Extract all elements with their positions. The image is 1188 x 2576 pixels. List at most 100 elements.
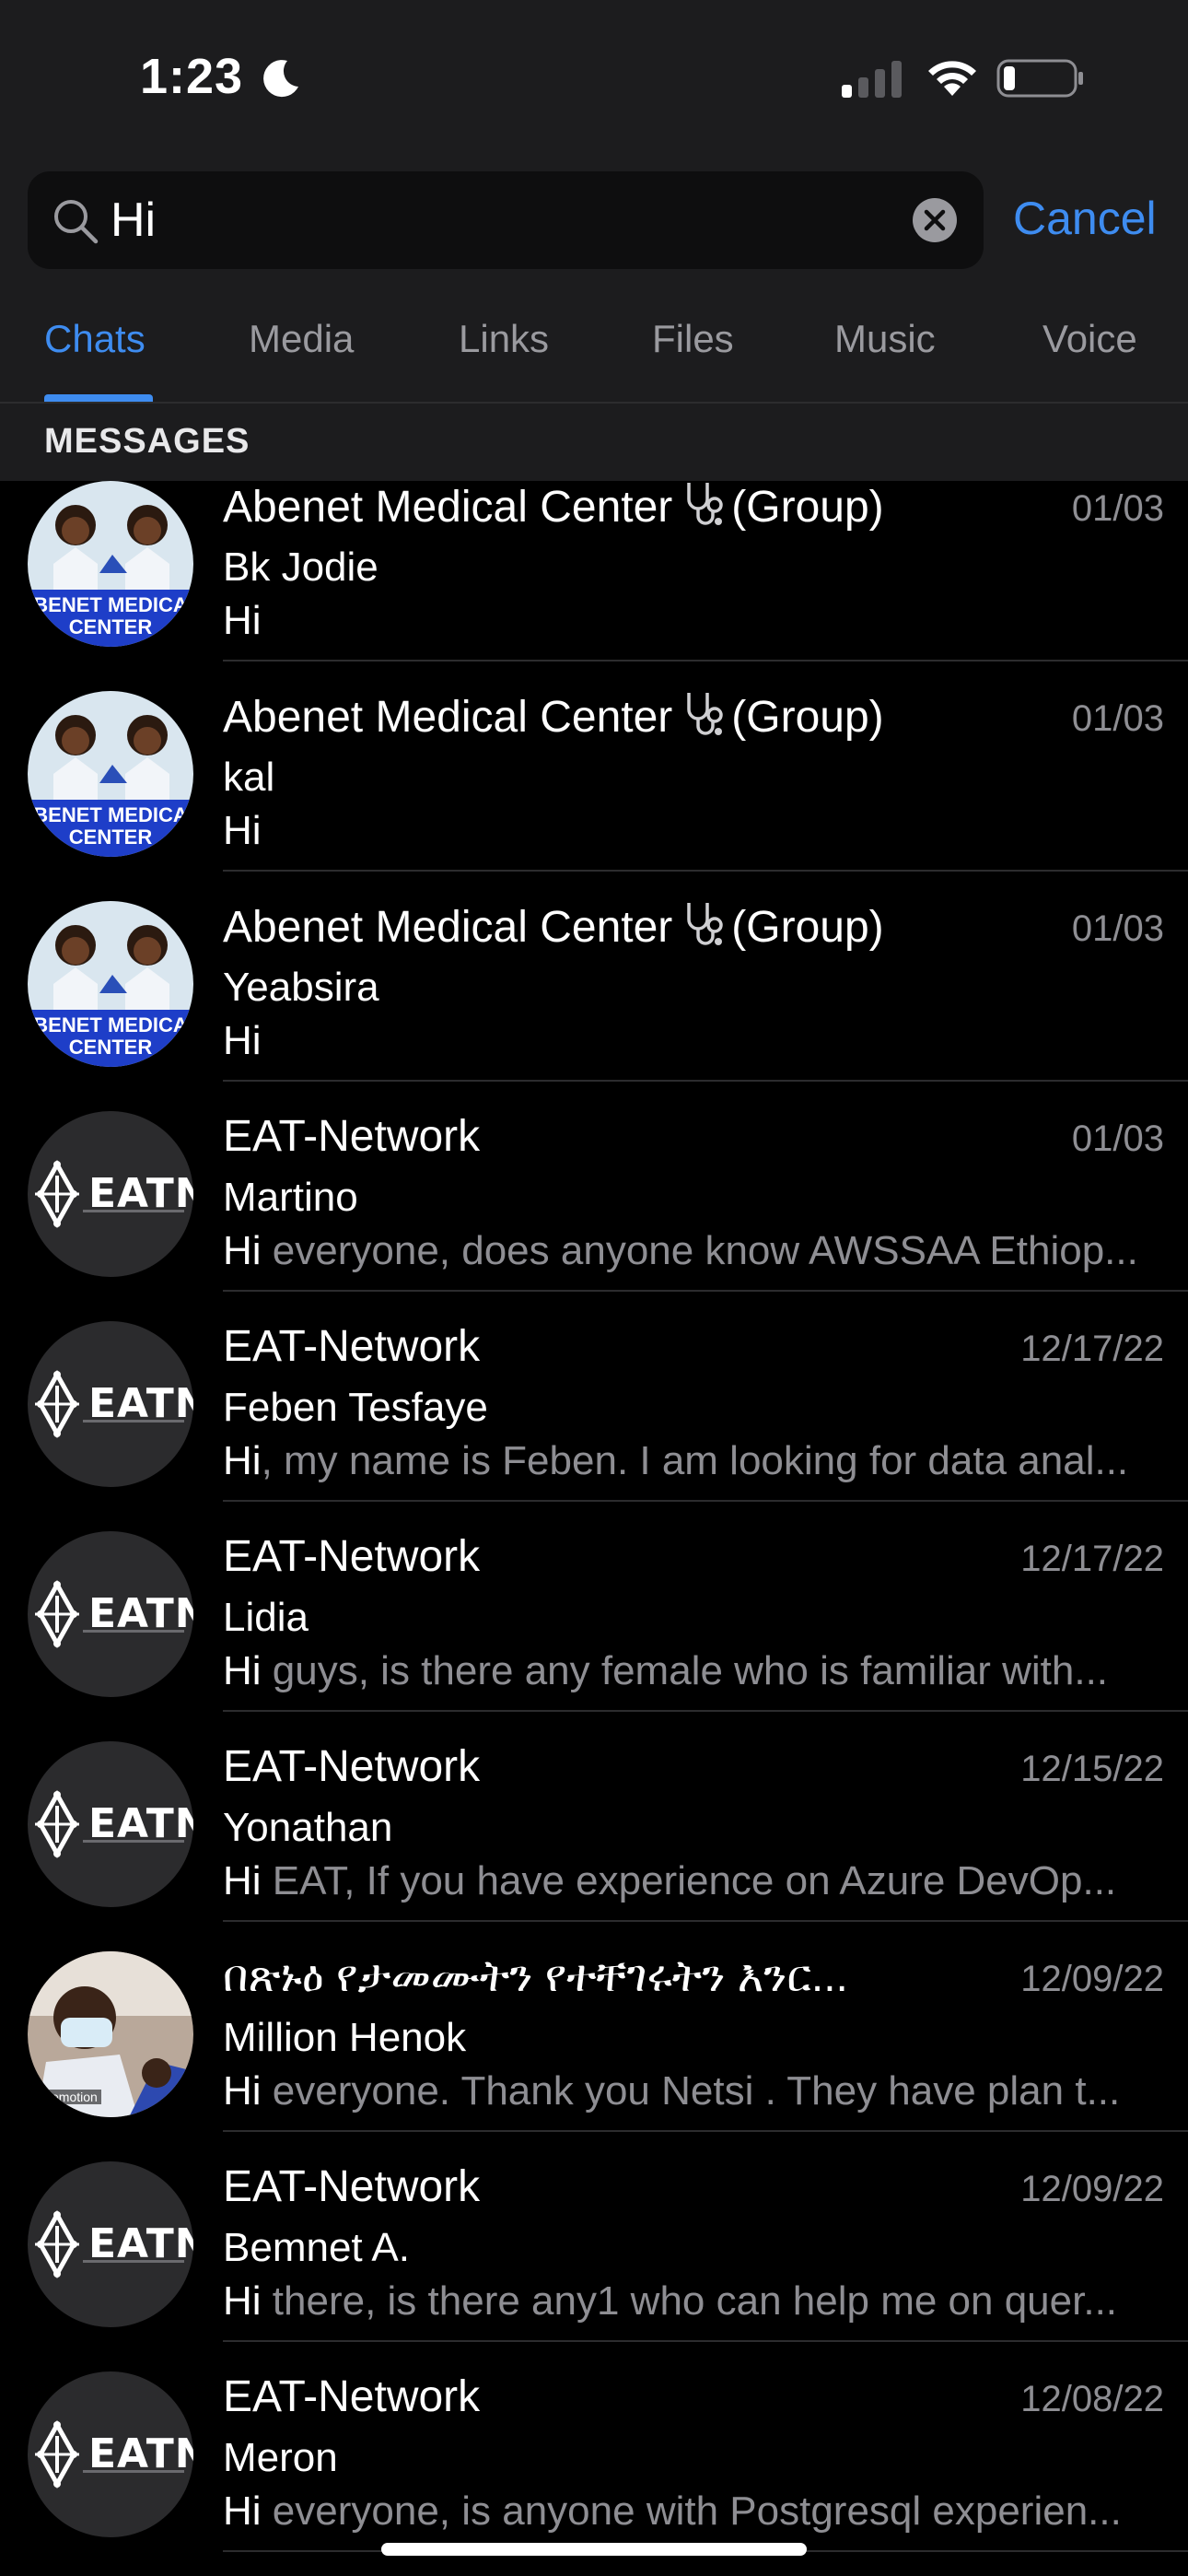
- tab-files[interactable]: Files: [652, 317, 734, 361]
- chat-avatar: EATN: [28, 1741, 193, 1907]
- message-result-row[interactable]: BENET MEDICA CENTER Abenet Medical Center (…: [0, 872, 1188, 1082]
- message-result-row[interactable]: EATN EAT-Network 12/15/22 Yonathan Hi EAT, I…: [0, 1712, 1188, 1922]
- message-preview: Hi: [223, 595, 1162, 647]
- message-date: 12/09/22: [1020, 2169, 1164, 2209]
- search-match-highlight: Hi: [223, 1018, 262, 1063]
- avatar-label: emotion: [48, 2090, 101, 2104]
- message-result-row[interactable]: emotion በጽኑዕ የታመሙትን የተቸገሩትን እንር... 12/09/2…: [0, 1922, 1188, 2132]
- message-sender: Bemnet A.: [223, 2225, 411, 2270]
- avatar-label: BENET MEDICA: [33, 803, 188, 826]
- chat-avatar: EATN: [28, 1531, 193, 1697]
- avatar-label: CENTER: [68, 615, 153, 638]
- message-sender: Million Henok: [223, 2015, 467, 2060]
- avatar-label: CENTER: [68, 825, 153, 849]
- message-results-list[interactable]: BENET MEDICA CENTER Abenet Medical Center(…: [0, 481, 1188, 2576]
- avatar-label: CENTER: [68, 1036, 153, 1059]
- tab-music[interactable]: Music: [834, 317, 936, 361]
- search-match-highlight: Hi: [223, 2488, 262, 2534]
- message-preview: Hi there, is there any1 who can help me …: [223, 2276, 1162, 2327]
- search-match-highlight: Hi: [223, 1648, 262, 1693]
- chat-avatar: BENET MEDICA CENTER: [28, 901, 193, 1067]
- clear-search-icon[interactable]: [912, 197, 958, 243]
- message-result-row[interactable]: EATN EAT-Network 12/08/22 Meron Hi everyone,…: [0, 2342, 1188, 2552]
- avatar-logo-text: EATN: [88, 2430, 193, 2477]
- chat-title-suffix: (Group): [731, 483, 884, 532]
- chat-title-line: EAT-Network: [223, 1739, 480, 1795]
- search-match-highlight: Hi: [223, 2278, 262, 2324]
- message-result-row[interactable]: BENET MEDICA CENTER Abenet Medical Center (…: [0, 662, 1188, 872]
- chat-title: EAT-Network: [223, 1112, 481, 1161]
- message-preview: Hi: [223, 1015, 1162, 1067]
- message-result-row[interactable]: EATN EAT-Network 01/03 Martino Hi everyone, …: [0, 1082, 1188, 1292]
- search-match-highlight: Hi: [223, 1228, 262, 1273]
- message-preview: Hi everyone. Thank you Netsi . They have…: [223, 2066, 1162, 2117]
- message-result-row[interactable]: EATN EAT-Network 12/09/22 Bemnet A. Hi there…: [0, 2132, 1188, 2342]
- chat-title-line: EAT-Network: [223, 2160, 480, 2215]
- battery-icon: [996, 59, 1083, 98]
- avatar-logo-text: EATN: [88, 1380, 193, 1427]
- search-match-highlight: Hi: [223, 1858, 262, 1903]
- chat-title: EAT-Network: [223, 1322, 481, 1371]
- message-preview-text: everyone. Thank you Netsi . They have pl…: [261, 2068, 1121, 2113]
- search-bar[interactable]: [28, 171, 984, 269]
- moon-icon: [263, 60, 298, 98]
- message-result-row[interactable]: EATN EAT-Network 12/17/22 Feben Tesfaye Hi, …: [0, 1292, 1188, 1502]
- search-match-highlight: Hi: [223, 1438, 262, 1483]
- stethoscope-icon: [687, 903, 724, 945]
- chat-title-line: EAT-Network: [223, 1319, 480, 1375]
- message-sender: Yeabsira: [223, 965, 379, 1010]
- home-indicator: [381, 2543, 807, 2556]
- message-preview-text: everyone, is anyone with Postgresql expe…: [261, 2488, 1122, 2534]
- message-result-row[interactable]: BENET MEDICA CENTER Abenet Medical Center (…: [0, 481, 1188, 662]
- message-result-row[interactable]: EATN EAT-Network 12/17/22 Lidia Hi guys, is …: [0, 1502, 1188, 1712]
- stethoscope-icon: [687, 693, 724, 735]
- chat-title-line: EAT-Network: [223, 2370, 480, 2425]
- message-preview-text: everyone, does anyone know AWSSAA Ethiop…: [261, 1228, 1138, 1273]
- message-sender: Meron: [223, 2435, 338, 2480]
- message-preview: Hi, my name is Feben. I am looking for d…: [223, 1435, 1162, 1487]
- avatar-label: BENET MEDICA: [33, 593, 188, 616]
- avatar-logo-text: EATN: [88, 1800, 193, 1847]
- search-input[interactable]: [111, 188, 903, 252]
- chat-avatar: BENET MEDICA CENTER: [28, 481, 193, 647]
- cellular-signal-icon: [842, 61, 902, 98]
- wifi-icon: [928, 61, 976, 96]
- message-sender: Martino: [223, 1175, 358, 1220]
- message-sender: kal: [223, 755, 275, 800]
- message-preview: Hi everyone, does anyone know AWSSAA Eth…: [223, 1225, 1162, 1277]
- chat-title-suffix: (Group): [731, 693, 884, 742]
- message-date: 12/17/22: [1020, 1539, 1164, 1579]
- message-date: 12/17/22: [1020, 1329, 1164, 1369]
- message-preview-text: guys, is there any female who is familia…: [261, 1648, 1109, 1693]
- avatar-label: BENET MEDICA: [33, 1013, 188, 1036]
- chat-title-line: EAT-Network: [223, 1529, 480, 1585]
- chat-title-suffix: (Group): [731, 903, 884, 952]
- chat-title: Abenet Medical Center: [223, 483, 673, 532]
- message-sender: Feben Tesfaye: [223, 1385, 488, 1430]
- message-preview: Hi everyone, is anyone with Postgresql e…: [223, 2486, 1162, 2537]
- tab-chats[interactable]: Chats: [44, 317, 146, 361]
- chat-avatar: EATN: [28, 1111, 193, 1277]
- message-preview: Hi: [223, 805, 1162, 857]
- message-preview: Hi EAT, If you have experience on Azure …: [223, 1856, 1162, 1907]
- avatar-logo-text: EATN: [88, 1170, 193, 1217]
- section-header: MESSAGES: [0, 404, 1188, 481]
- message-date: 01/03: [1071, 908, 1164, 949]
- cancel-button[interactable]: Cancel: [1013, 192, 1157, 245]
- tab-media[interactable]: Media: [249, 317, 354, 361]
- tab-links[interactable]: Links: [459, 317, 549, 361]
- chat-title: Abenet Medical Center: [223, 693, 673, 742]
- chat-title: EAT-Network: [223, 2372, 481, 2421]
- chat-title-line: EAT-Network: [223, 1109, 480, 1165]
- chat-title-line: በጽኑዕ የታመሙትን የተቸገሩትን እንር...: [223, 1950, 848, 2005]
- chat-title-line: Abenet Medical Center (Group): [223, 899, 884, 955]
- search-match-highlight: Hi: [223, 808, 262, 853]
- active-tab-indicator: [44, 394, 153, 402]
- message-sender: Bk Jodie: [223, 544, 379, 590]
- section-header-label: MESSAGES: [44, 422, 250, 461]
- message-date: 12/09/22: [1020, 1959, 1164, 1999]
- avatar-logo-text: EATN: [88, 2220, 193, 2267]
- chat-title: በጽኑዕ የታመሙትን የተቸገሩትን እንር...: [223, 1952, 848, 2001]
- tab-voice[interactable]: Voice: [1042, 317, 1137, 361]
- message-sender: Lidia: [223, 1595, 309, 1640]
